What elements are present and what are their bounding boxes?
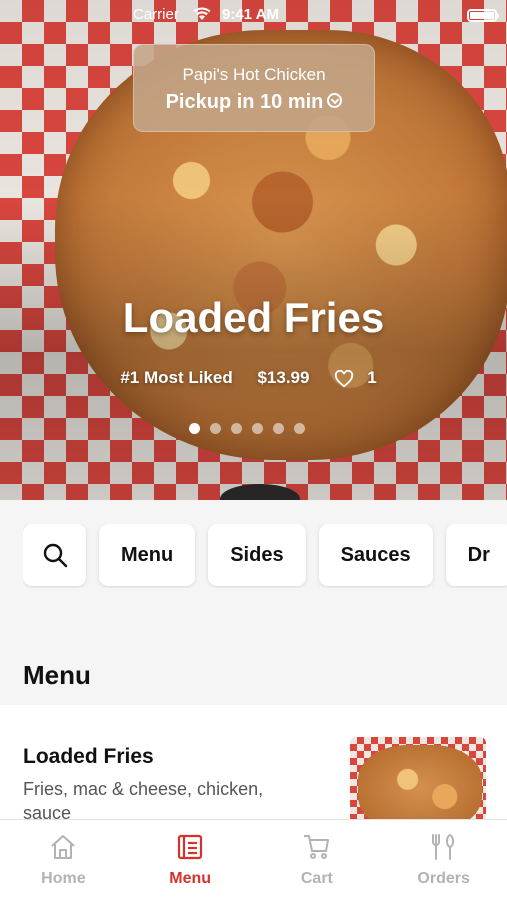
carousel-dot[interactable]	[252, 423, 263, 434]
clock: 9:41 AM	[222, 6, 279, 23]
pickup-selector[interactable]: Papi's Hot Chicken Pickup in 10 min	[133, 44, 375, 132]
chevron-down-icon	[327, 93, 343, 109]
tab-bar: Home Menu Cart Orders	[0, 819, 507, 900]
carousel-dot[interactable]	[294, 423, 305, 434]
carrier-label: Carrier	[133, 6, 179, 23]
home-icon	[51, 835, 76, 859]
carousel-dot[interactable]	[273, 423, 284, 434]
carousel-indicator	[189, 423, 305, 434]
tab-label: Orders	[417, 870, 470, 887]
carousel-dot[interactable]	[189, 423, 200, 434]
orders-icon	[431, 834, 454, 860]
tab-label: Cart	[300, 870, 333, 887]
category-chip-sauces[interactable]: Sauces	[318, 524, 433, 586]
carousel-dot[interactable]	[210, 423, 221, 434]
price-label: $13.99	[257, 368, 310, 387]
rank-label: #1 Most Liked	[120, 368, 233, 387]
menu-item-image	[350, 737, 486, 827]
wifi-icon	[193, 7, 211, 20]
tab-orders[interactable]: Orders	[380, 820, 507, 900]
like-button[interactable]: 1	[334, 368, 386, 388]
heart-icon	[335, 369, 354, 388]
like-count: 1	[367, 368, 377, 387]
tab-cart[interactable]: Cart	[254, 820, 381, 900]
section-title: Menu	[23, 660, 91, 690]
category-chip-drinks[interactable]: Dr	[445, 524, 507, 586]
battery-icon	[467, 9, 499, 22]
category-chips: Menu Sides Sauces Dr	[23, 524, 507, 588]
tab-label: Home	[41, 870, 86, 887]
menu-item-name: Loaded Fries	[23, 745, 154, 768]
search-icon	[43, 543, 67, 568]
menu-item-card[interactable]: Loaded Fries Fries, mac & cheese, chicke…	[0, 705, 507, 827]
menu-icon	[178, 834, 203, 860]
cart-icon	[303, 835, 329, 859]
hero-banner[interactable]: Carrier 9:41 AM Papi's Hot Chicken Picku…	[0, 0, 507, 500]
menu-item-description: Fries, mac & cheese, chicken, sauce	[23, 779, 264, 823]
tab-menu[interactable]: Menu	[127, 820, 254, 900]
featured-item-meta: #1 Most Liked $13.99 1	[0, 368, 507, 388]
store-name: Papi's Hot Chicken	[182, 65, 326, 84]
status-bar: Carrier 9:41 AM	[0, 5, 507, 25]
tab-home[interactable]: Home	[0, 820, 127, 900]
category-chip-sides[interactable]: Sides	[208, 524, 306, 586]
carousel-dot[interactable]	[231, 423, 242, 434]
tab-label: Menu	[169, 870, 212, 887]
search-button[interactable]	[23, 524, 86, 586]
featured-item-title: Loaded Fries	[122, 294, 385, 341]
category-chip-menu[interactable]: Menu	[99, 524, 196, 586]
pickup-time: Pickup in 10 min	[165, 91, 324, 113]
